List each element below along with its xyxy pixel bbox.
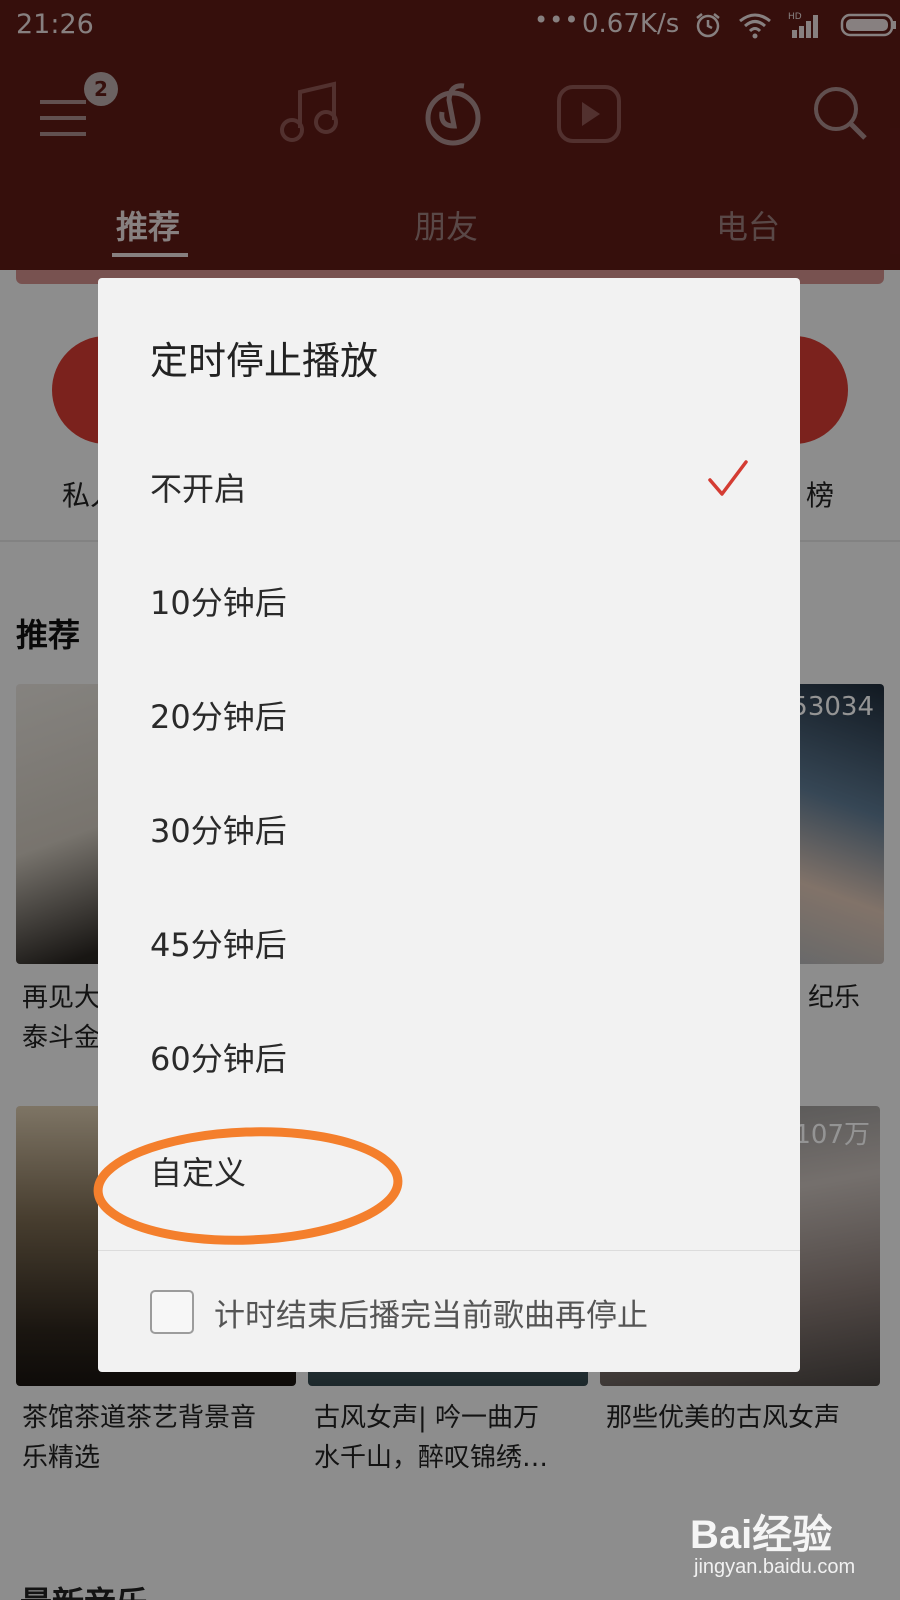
- watermark-logo: Bai经验: [690, 1513, 833, 1557]
- watermark-url: jingyan.baidu.com: [694, 1556, 856, 1578]
- timer-option-60min[interactable]: 60分钟后: [98, 998, 800, 1112]
- option-label: 10分钟后: [150, 584, 287, 622]
- annotation-ellipse: [93, 1127, 403, 1245]
- dialog-title: 定时停止播放: [150, 339, 379, 383]
- timer-option-20min[interactable]: 20分钟后: [98, 656, 800, 770]
- option-label: 不开启: [150, 470, 247, 508]
- baidu-jingyan-watermark: Bai经验 jingyan.baidu.com: [690, 1502, 886, 1586]
- finish-song-label: 计时结束后播完当前歌曲再停止: [214, 1298, 648, 1334]
- timer-option-off[interactable]: 不开启: [98, 428, 800, 542]
- timer-option-10min[interactable]: 10分钟后: [98, 542, 800, 656]
- timer-option-45min[interactable]: 45分钟后: [98, 884, 800, 998]
- option-label: 60分钟后: [150, 1040, 287, 1078]
- option-label: 45分钟后: [150, 926, 287, 964]
- option-label: 30分钟后: [150, 812, 287, 850]
- check-icon: [708, 460, 748, 496]
- timer-option-30min[interactable]: 30分钟后: [98, 770, 800, 884]
- finish-song-checkbox[interactable]: [150, 1290, 194, 1334]
- option-label: 20分钟后: [150, 698, 287, 736]
- finish-song-row[interactable]: 计时结束后播完当前歌曲再停止: [98, 1250, 800, 1372]
